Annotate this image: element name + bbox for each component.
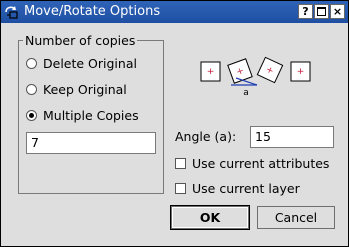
radio-button[interactable] — [26, 109, 37, 121]
angle-symbol: a — [243, 88, 249, 96]
copies-group-title: Number of copies — [23, 33, 138, 48]
radio-multiple-copies[interactable]: Multiple Copies — [26, 106, 139, 124]
title-bar[interactable]: Move/Rotate Options ? × — [1, 1, 348, 23]
original-square-icon: + — [200, 61, 221, 82]
ok-button[interactable]: OK — [171, 206, 249, 229]
window-title: Move/Rotate Options — [24, 4, 161, 19]
close-button[interactable]: × — [330, 4, 345, 19]
radio-delete-original[interactable]: Delete Original — [26, 54, 137, 72]
maximize-button[interactable] — [314, 4, 329, 19]
radio-button[interactable] — [26, 83, 37, 95]
checkbox[interactable] — [175, 157, 186, 169]
checkbox-label: Use current attributes — [192, 155, 330, 171]
angle-label: Angle (a): — [175, 129, 237, 144]
maximize-icon — [317, 7, 326, 16]
use-current-layer-option[interactable]: Use current layer — [175, 179, 300, 197]
rotated-square-icon-2: + — [256, 56, 284, 84]
rotation-illustration: + + + + a — [200, 56, 311, 96]
radio-keep-original[interactable]: Keep Original — [26, 80, 127, 98]
copies-count-input[interactable]: 7 — [26, 132, 156, 154]
radio-label: Keep Original — [43, 81, 127, 97]
move-rotate-options-dialog: Move/Rotate Options ? × Number of copies… — [0, 0, 349, 247]
final-square-icon: + — [290, 61, 311, 82]
svg-text:+: + — [297, 67, 305, 77]
checkbox[interactable] — [175, 182, 186, 194]
angle-input[interactable]: 15 — [250, 126, 334, 148]
cancel-button[interactable]: Cancel — [257, 206, 335, 229]
app-icon — [5, 6, 18, 19]
help-button[interactable]: ? — [298, 4, 313, 19]
radio-button[interactable] — [26, 57, 37, 69]
use-current-attributes-option[interactable]: Use current attributes — [175, 154, 329, 172]
svg-text:+: + — [207, 67, 215, 77]
checkbox-label: Use current layer — [192, 180, 300, 196]
radio-label: Multiple Copies — [43, 107, 139, 123]
radio-label: Delete Original — [43, 55, 137, 71]
